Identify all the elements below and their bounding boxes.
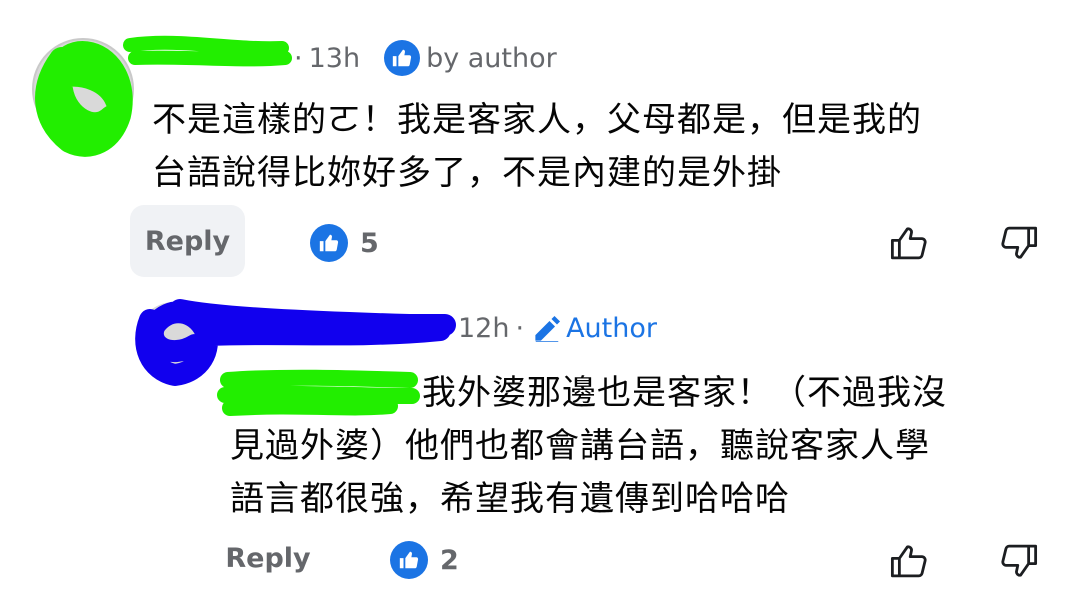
reply-text-line: 見過外婆）他們也都會講台語，聽說客家人學 [230,426,930,466]
reply-text: 我外婆那邊也是客家！（不過我沒 見過外婆）他們也都會講台語，聽說客家人學 語言都… [230,367,1060,526]
like-reaction-badge [390,541,428,579]
thumbs-down-outline-icon[interactable] [998,540,1040,582]
reply-text-line: 語言都很強，希望我有遺傳到哈哈哈 [230,479,790,519]
reply-button-label: Reply [225,542,311,574]
reply-button[interactable]: Reply [222,528,314,588]
like-count: 2 [440,544,459,576]
reaction-summary[interactable]: 2 [390,541,459,579]
reply-text-line: 我外婆那邊也是客家！（不過我沒 [422,373,947,413]
thumbs-up-badge-icon [399,551,419,569]
thumbs-up-outline-icon[interactable] [888,540,930,582]
